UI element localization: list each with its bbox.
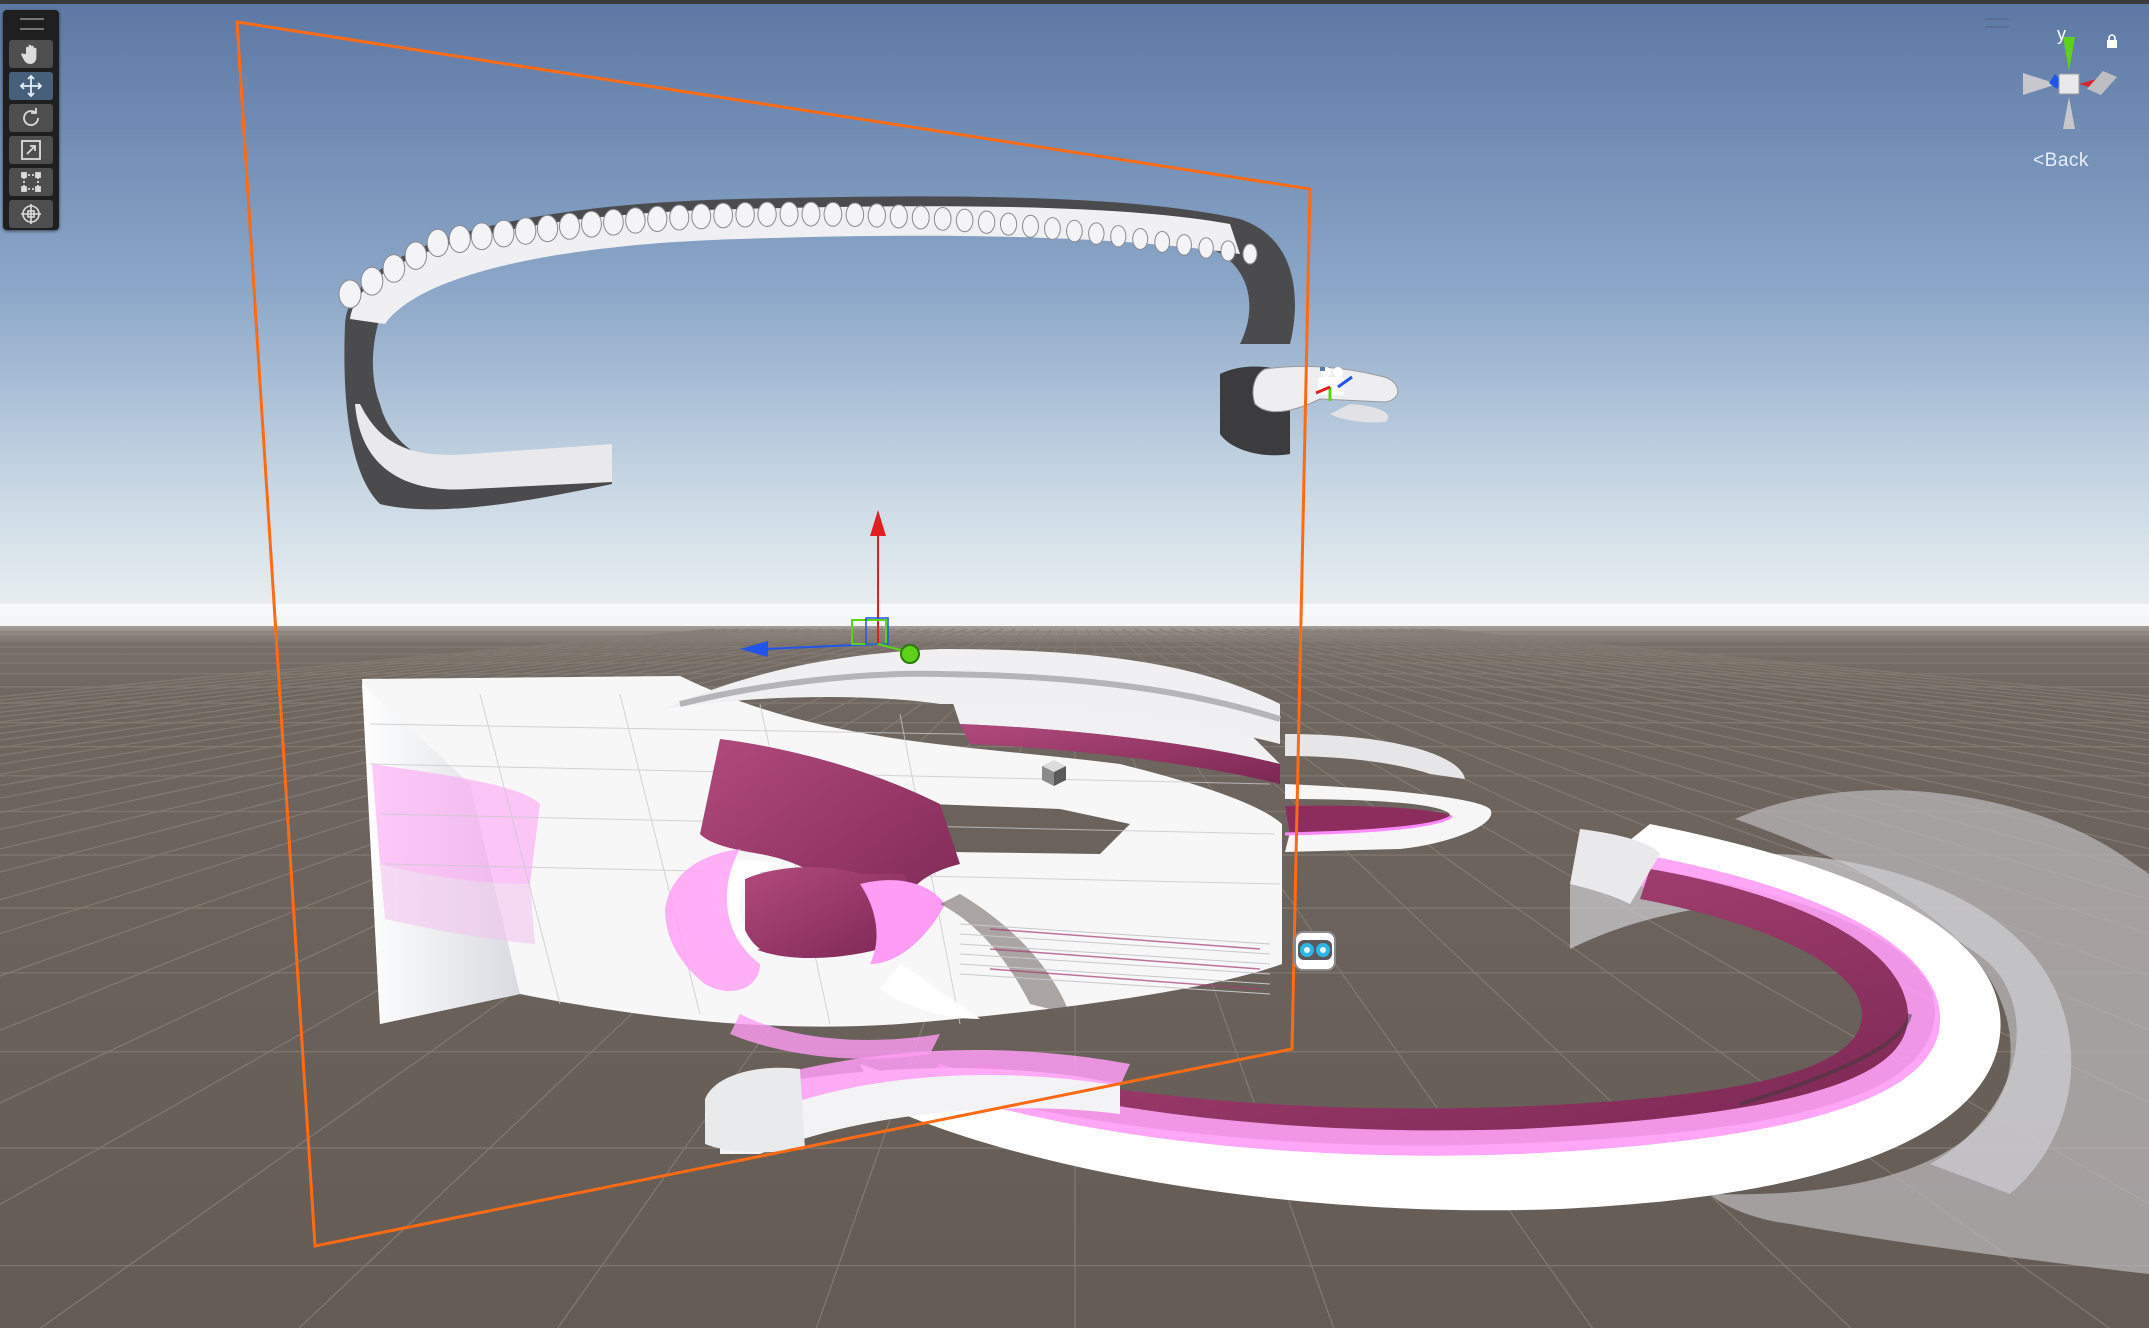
- transform-tool-button[interactable]: [9, 200, 53, 228]
- lock-icon[interactable]: [2106, 34, 2118, 48]
- gizmo-y-label: y: [2057, 24, 2066, 44]
- rect-transform-icon: [21, 172, 41, 192]
- vr-headset-icon[interactable]: [1294, 931, 1336, 971]
- gizmo-center-cube[interactable]: [2058, 73, 2080, 95]
- back-arrow-icon: <: [2033, 150, 2045, 171]
- move-tool-button[interactable]: [9, 72, 53, 100]
- scene-viewport[interactable]: [0, 4, 2149, 1328]
- tool-palette: [3, 10, 59, 230]
- hand-tool-button[interactable]: [9, 40, 53, 68]
- transform-icon: [21, 204, 41, 224]
- palette-grip-icon[interactable]: [20, 18, 44, 30]
- gizmo-neg-y-cone[interactable]: [2063, 97, 2075, 129]
- move-arrows-icon: [19, 74, 43, 98]
- skybox: [0, 4, 2149, 629]
- scale-icon: [21, 140, 41, 160]
- rotate-icon: [23, 108, 39, 126]
- view-orientation-label[interactable]: <Back: [2026, 150, 2096, 172]
- rect-tool-button[interactable]: [9, 168, 53, 196]
- rotate-tool-button[interactable]: [9, 104, 53, 132]
- scene-view[interactable]: y <Back: [0, 0, 2149, 1328]
- hand-icon: [21, 44, 37, 64]
- scale-tool-button[interactable]: [9, 136, 53, 164]
